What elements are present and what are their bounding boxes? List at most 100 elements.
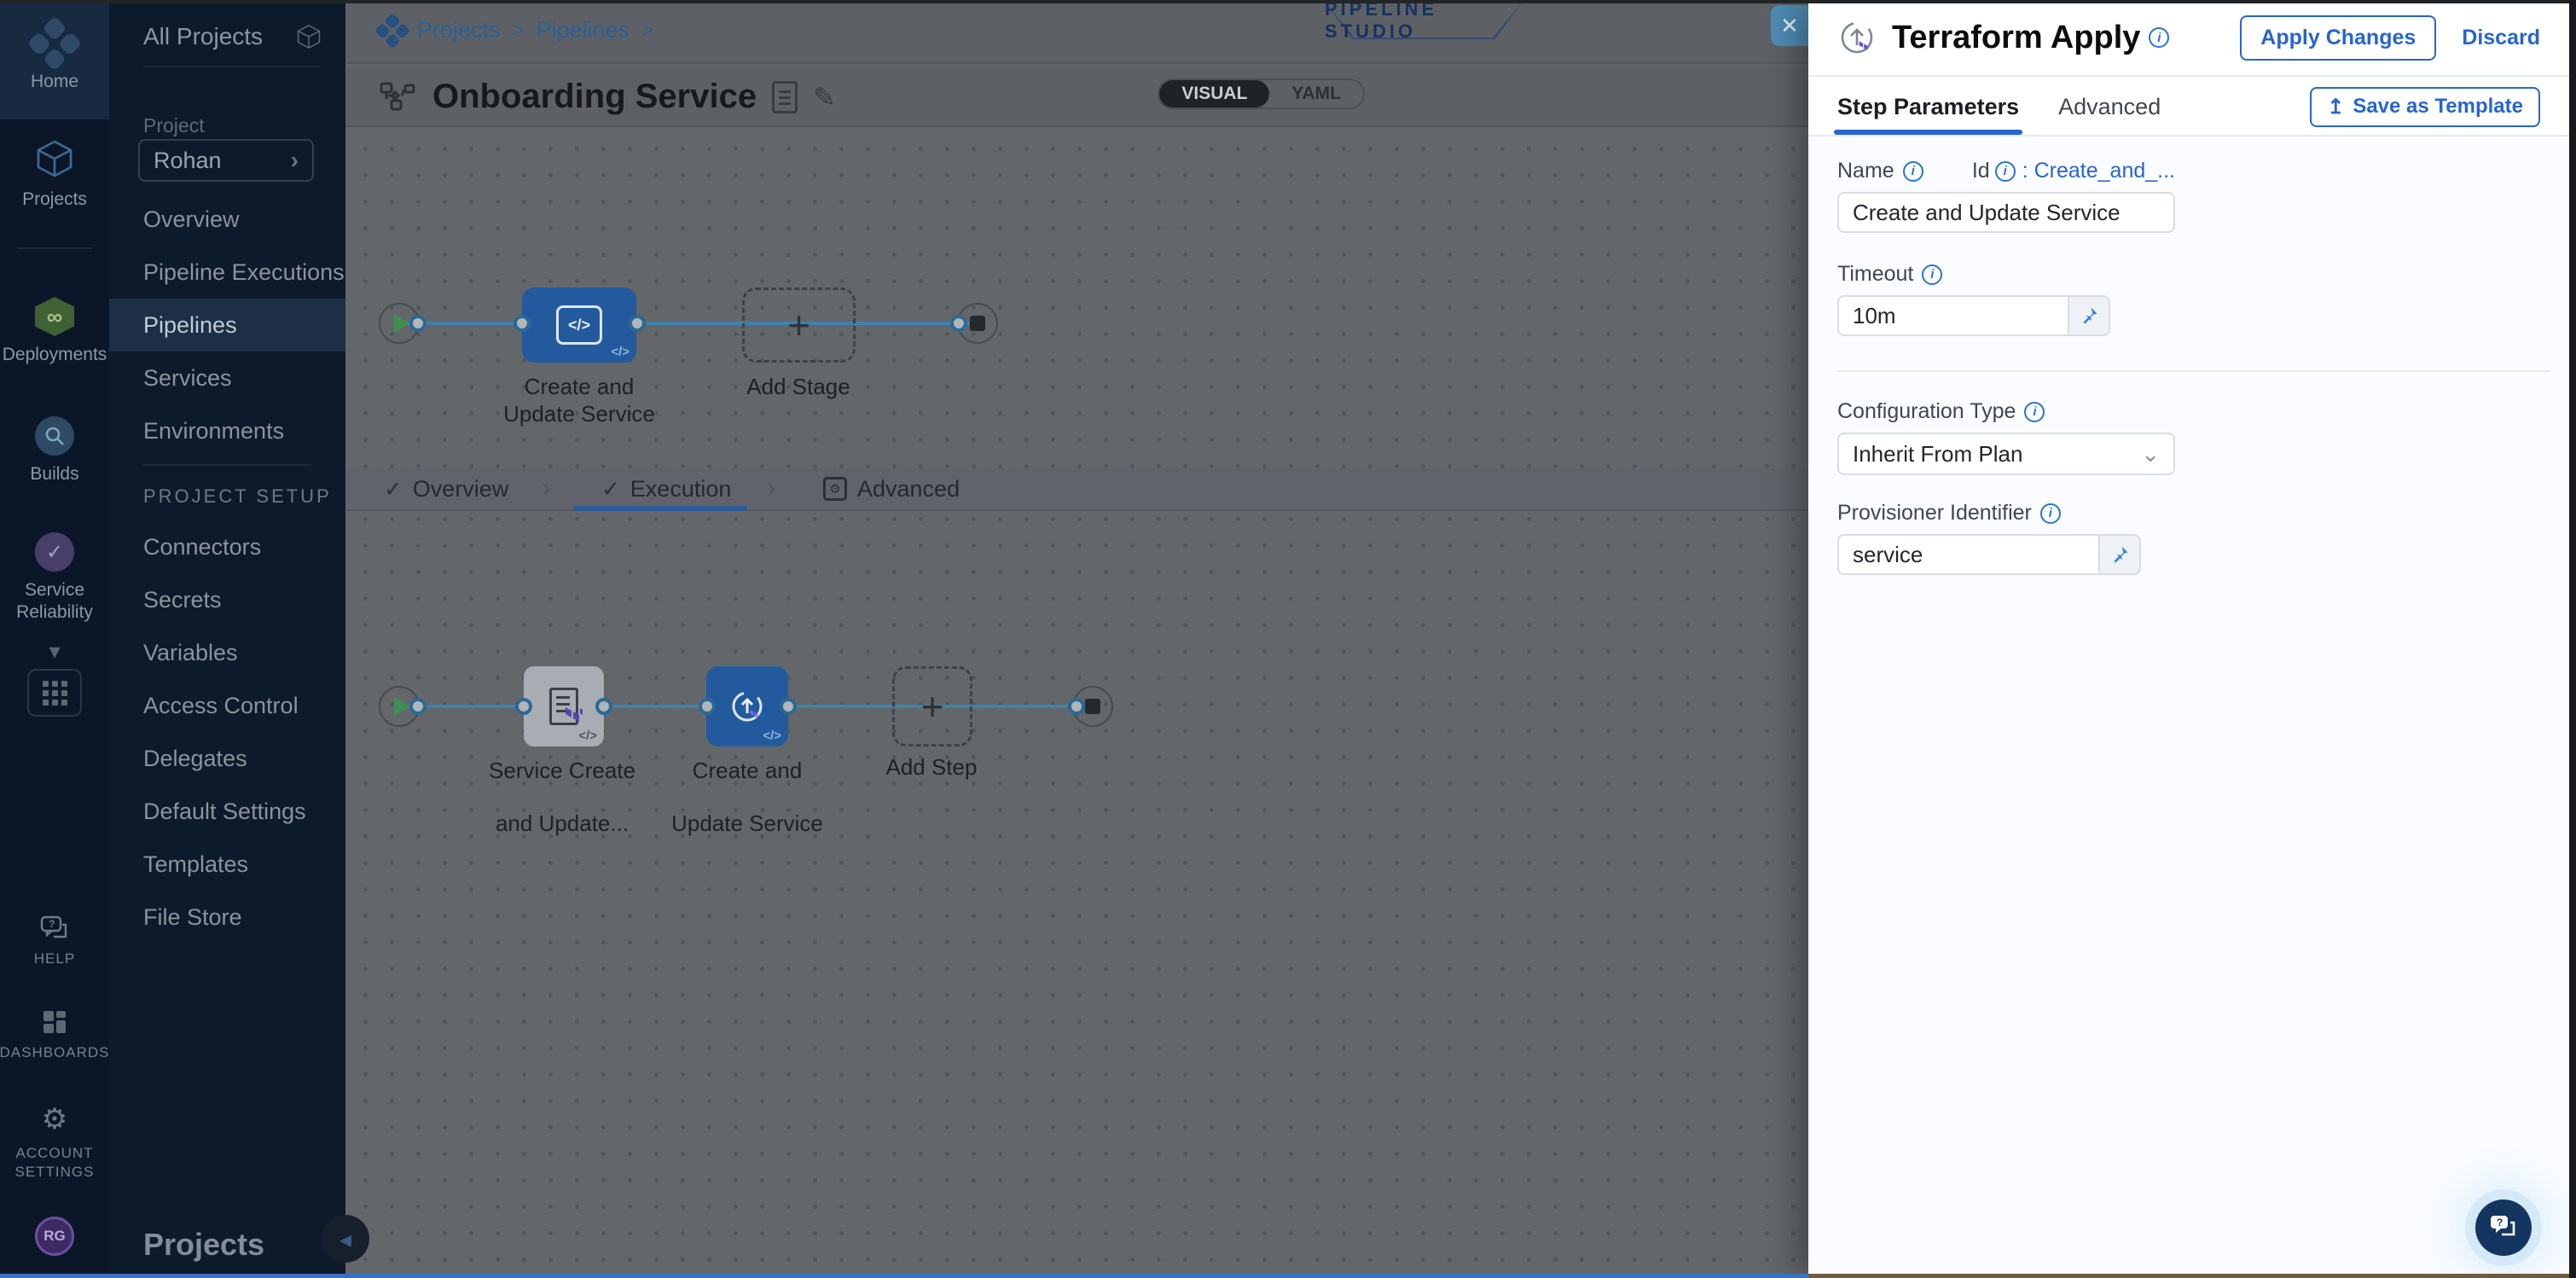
stage-edge-line bbox=[399, 322, 978, 325]
rail-label-builds: Builds bbox=[30, 464, 78, 485]
chevron-down-icon: ⌄ bbox=[2141, 441, 2160, 468]
sidenav-item-connectors[interactable]: Connectors bbox=[109, 520, 345, 573]
stage-node-create-update-service[interactable]: </> </> bbox=[522, 288, 636, 363]
help-chat-icon: ? bbox=[39, 915, 70, 942]
sidenav-collapse-button[interactable]: ◂ bbox=[322, 1215, 369, 1263]
edge-connector-dot[interactable] bbox=[629, 315, 646, 332]
pushpin-icon bbox=[2079, 305, 2099, 326]
sidenav-item-access-control[interactable]: Access Control bbox=[109, 679, 345, 732]
tab-execution[interactable]: ✓ Execution bbox=[601, 468, 731, 509]
sidenav-item-default-settings[interactable]: Default Settings bbox=[109, 785, 345, 838]
save-as-template-button[interactable]: ↥ Save as Template bbox=[2310, 87, 2540, 127]
pipeline-studio-badge: PIPELINE STUDIO bbox=[1325, 2, 1523, 39]
timeout-field-label-row: Timeout i bbox=[1837, 262, 2547, 287]
info-icon[interactable]: i bbox=[1903, 161, 1923, 182]
user-avatar[interactable]: RG bbox=[0, 1217, 109, 1256]
play-icon bbox=[394, 697, 409, 716]
plus-icon: + bbox=[921, 683, 944, 729]
rail-item-dashboards[interactable]: DASHBOARDS bbox=[0, 1008, 109, 1061]
pin-input-type-button[interactable] bbox=[2069, 295, 2110, 336]
rail-item-home[interactable]: Home bbox=[0, 0, 109, 119]
drawer-tabs: Step Parameters Advanced ↥ Save as Templ… bbox=[1808, 78, 2569, 137]
edge-connector-dot[interactable] bbox=[409, 698, 426, 715]
cube-icon bbox=[32, 137, 77, 181]
timeout-input[interactable] bbox=[1837, 295, 2069, 336]
sidenav-item-delegates[interactable]: Delegates bbox=[109, 732, 345, 785]
step-node-terraform-plan[interactable]: </> bbox=[524, 666, 604, 746]
info-icon[interactable]: i bbox=[2024, 402, 2045, 422]
tab-advanced[interactable]: Advanced bbox=[2058, 78, 2161, 135]
breadcrumb-pipelines[interactable]: Pipelines bbox=[537, 17, 630, 44]
rail-item-deployments[interactable]: ∞ Deployments bbox=[0, 297, 109, 365]
sidenav-item-environments[interactable]: Environments bbox=[109, 404, 345, 457]
sidenav-item-pipelines[interactable]: Pipelines bbox=[109, 299, 345, 351]
provisioner-input[interactable] bbox=[1837, 534, 2100, 575]
help-chat-fab[interactable]: ? bbox=[2475, 1200, 2532, 1256]
tab-advanced[interactable]: ⚙ Advanced bbox=[823, 468, 960, 509]
play-icon bbox=[394, 314, 409, 333]
edge-connector-dot[interactable] bbox=[950, 315, 967, 332]
apply-changes-button[interactable]: Apply Changes bbox=[2240, 15, 2436, 61]
sidenav-item-secrets[interactable]: Secrets bbox=[109, 573, 345, 626]
info-icon[interactable]: i bbox=[2149, 27, 2169, 48]
project-selector[interactable]: Rohan › bbox=[138, 139, 314, 182]
edge-connector-dot[interactable] bbox=[515, 698, 532, 715]
name-input[interactable] bbox=[1837, 192, 2175, 233]
drawer-close-button[interactable]: ✕ bbox=[1771, 5, 1808, 46]
edge-connector-dot[interactable] bbox=[699, 698, 716, 715]
discard-button[interactable]: Discard bbox=[2462, 26, 2540, 50]
toggle-yaml[interactable]: YAML bbox=[1269, 80, 1363, 107]
edit-pencil-icon[interactable]: ✎ bbox=[813, 81, 836, 113]
edge-connector-dot[interactable] bbox=[595, 698, 612, 715]
terraform-apply-icon bbox=[1837, 18, 1877, 57]
canvas-bottom-scrollbar[interactable] bbox=[0, 1274, 1808, 1278]
edge-connector-dot[interactable] bbox=[513, 315, 531, 332]
add-step-button[interactable]: + bbox=[892, 666, 972, 746]
drawer-title: Terraform Apply bbox=[1892, 20, 2140, 56]
stage-detail-tabs: ✓ Overview › ✓ Execution › ⚙ Advanced bbox=[345, 468, 1808, 511]
breadcrumb-projects[interactable]: Projects bbox=[417, 17, 501, 44]
edge-connector-dot[interactable] bbox=[1068, 698, 1085, 715]
sidenav-item-pipeline-executions[interactable]: Pipeline Executions bbox=[109, 246, 345, 299]
sidenav-item-variables[interactable]: Variables bbox=[109, 626, 345, 679]
tab-step-parameters[interactable]: Step Parameters bbox=[1837, 78, 2019, 135]
step1-label-line1: Service Create bbox=[468, 758, 656, 784]
svg-text:?: ? bbox=[2497, 1217, 2503, 1229]
tab-overview[interactable]: ✓ Overview bbox=[384, 468, 508, 509]
step-node-terraform-apply-selected[interactable]: </> bbox=[706, 666, 788, 746]
window-top-edge bbox=[0, 0, 2576, 3]
chat-question-icon: ? bbox=[2489, 1214, 2518, 1241]
sidenav-item-templates[interactable]: Templates bbox=[109, 838, 345, 891]
sidenav-header[interactable]: All Projects bbox=[143, 22, 323, 51]
info-icon[interactable]: i bbox=[2040, 503, 2061, 524]
rail-apps-button[interactable] bbox=[0, 669, 109, 717]
rail-item-help[interactable]: ? HELP bbox=[0, 915, 109, 967]
breadcrumb-separator: > bbox=[641, 19, 653, 43]
edge-connector-dot[interactable] bbox=[780, 698, 797, 715]
config-type-select[interactable]: Inherit From Plan ⌄ bbox=[1837, 433, 2175, 475]
pin-input-type-button[interactable] bbox=[2100, 534, 2141, 575]
rail-item-service-reliability[interactable]: ✓ Service Reliability bbox=[0, 532, 109, 623]
breadcrumb-separator: > bbox=[513, 19, 525, 43]
rail-item-account-settings[interactable]: ⚙ ACCOUNT SETTINGS bbox=[0, 1102, 109, 1180]
add-stage-button[interactable]: + bbox=[742, 288, 856, 363]
section-divider bbox=[1837, 370, 2550, 372]
active-tab-underline bbox=[573, 506, 747, 511]
close-icon: ✕ bbox=[1780, 13, 1799, 39]
info-icon[interactable]: i bbox=[1995, 161, 2016, 182]
rail-label-srm-2: Reliability bbox=[16, 602, 93, 623]
sidenav-item-services[interactable]: Services bbox=[109, 351, 345, 404]
rail-item-builds[interactable]: Builds bbox=[0, 416, 109, 485]
id-value-link[interactable]: : Create_and_... bbox=[2022, 159, 2175, 183]
sidenav-item-overview[interactable]: Overview bbox=[109, 193, 345, 246]
info-icon[interactable]: i bbox=[1922, 264, 1942, 285]
rail-caret[interactable]: ▾ bbox=[0, 638, 109, 665]
rail-item-projects[interactable]: Projects bbox=[0, 137, 109, 210]
notes-icon[interactable] bbox=[772, 81, 798, 113]
home-block[interactable]: Home bbox=[0, 24, 109, 92]
toggle-visual[interactable]: VISUAL bbox=[1159, 80, 1269, 107]
drawer-header: Terraform Apply i Apply Changes Discard bbox=[1808, 0, 2569, 77]
sidenav-item-file-store[interactable]: File Store bbox=[109, 891, 345, 944]
edge-connector-dot[interactable] bbox=[409, 315, 426, 332]
provisioner-label: Provisioner Identifier bbox=[1837, 501, 2032, 526]
